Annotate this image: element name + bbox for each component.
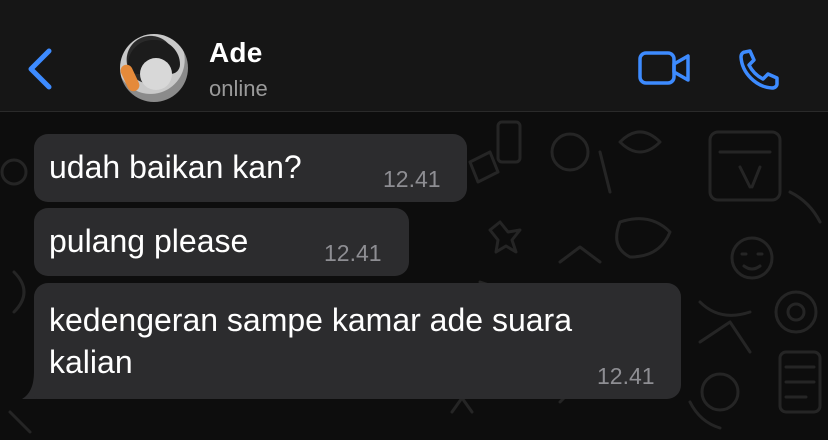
- avatar[interactable]: [120, 34, 188, 102]
- message-bubble[interactable]: pulang please 12.41: [34, 208, 409, 276]
- message-time: 12.41: [324, 240, 382, 266]
- contact-name[interactable]: Ade: [209, 37, 263, 69]
- video-camera-icon: [638, 51, 690, 85]
- message-text: kedengeran sampe kamar ade suara kalian: [49, 302, 572, 380]
- chevron-left-icon: [28, 48, 52, 90]
- message-bubble[interactable]: kedengeran sampe kamar ade suara kalian …: [34, 283, 681, 399]
- message-text: pulang please: [49, 223, 249, 259]
- contact-status: online: [209, 76, 268, 101]
- voice-call-button[interactable]: [737, 47, 783, 91]
- message-time: 12.41: [597, 363, 655, 389]
- phone-icon: [739, 49, 779, 90]
- message-text: udah baikan kan?: [49, 149, 302, 185]
- back-button[interactable]: [20, 44, 60, 94]
- chat-header: Ade online: [0, 0, 828, 112]
- message-time: 12.41: [383, 166, 441, 192]
- message-bubble[interactable]: udah baikan kan? 12.41: [34, 134, 467, 202]
- video-call-button[interactable]: [637, 48, 691, 88]
